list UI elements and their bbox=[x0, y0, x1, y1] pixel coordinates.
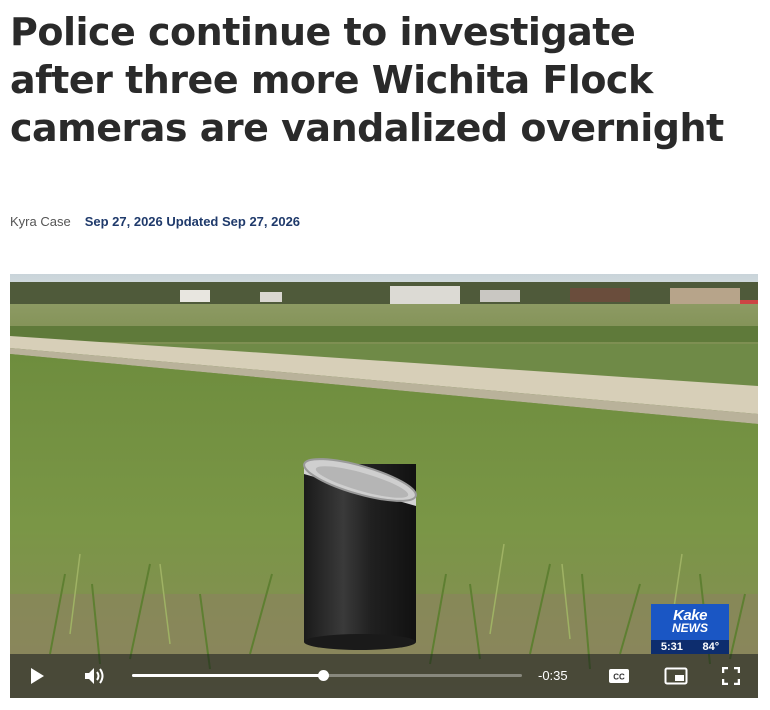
picture-in-picture-icon bbox=[664, 667, 688, 685]
video-controls: -0:35 CC bbox=[10, 654, 758, 698]
picture-in-picture-button[interactable] bbox=[662, 654, 690, 698]
fullscreen-icon bbox=[722, 667, 740, 685]
byline: Kyra Case Sep 27, 2026 Updated Sep 27, 2… bbox=[10, 214, 300, 229]
volume-icon bbox=[85, 668, 104, 684]
volume-button[interactable] bbox=[78, 654, 112, 698]
progress-bar[interactable] bbox=[132, 670, 522, 681]
cc-icon: CC bbox=[609, 669, 629, 683]
logo-temperature: 84° bbox=[702, 641, 720, 653]
article-headline: Police continue to investigate after thr… bbox=[10, 10, 724, 150]
captions-button[interactable]: CC bbox=[606, 654, 632, 698]
time-remaining: -0:35 bbox=[538, 668, 568, 683]
author-name[interactable]: Kyra Case bbox=[10, 214, 71, 229]
video-player[interactable]: Kake NEWS 5:31 84° -0:35 CC bbox=[10, 274, 758, 698]
logo-time: 5:31 bbox=[660, 641, 683, 653]
station-logo: Kake NEWS 5:31 84° bbox=[651, 604, 729, 654]
publish-dates: Sep 27, 2026 Updated Sep 27, 2026 bbox=[84, 214, 301, 229]
progress-fill bbox=[132, 674, 324, 677]
svg-text:CC: CC bbox=[613, 673, 625, 682]
video-frame bbox=[10, 274, 758, 698]
progress-handle[interactable] bbox=[318, 670, 330, 681]
play-icon bbox=[31, 668, 44, 684]
play-button[interactable] bbox=[22, 654, 52, 698]
fullscreen-button[interactable] bbox=[718, 654, 744, 698]
logo-sub: NEWS bbox=[672, 621, 708, 635]
